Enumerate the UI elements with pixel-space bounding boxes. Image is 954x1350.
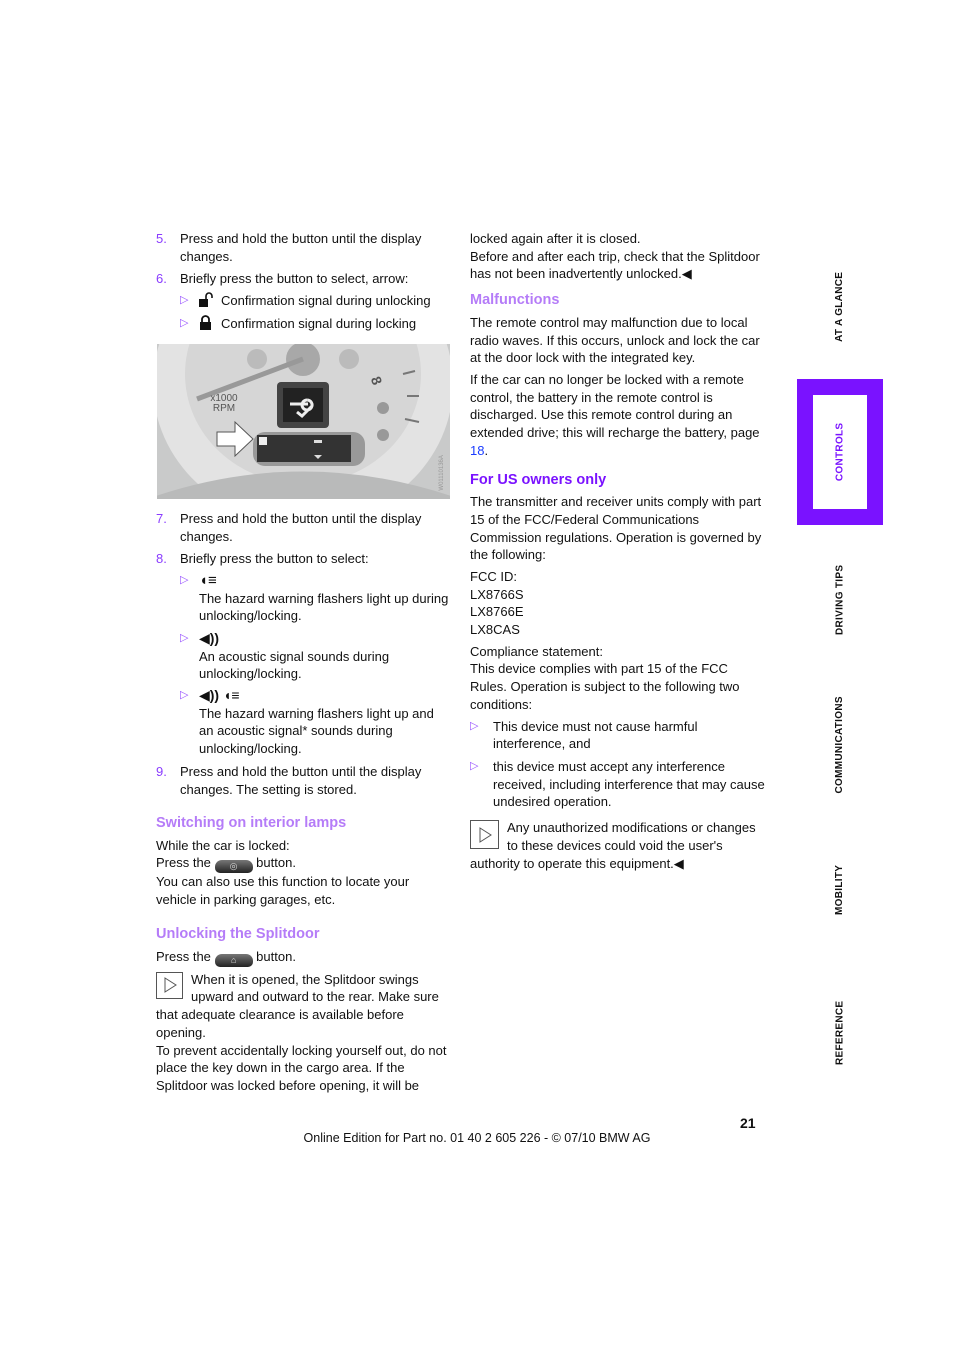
- tab-mobility[interactable]: MOBILITY: [797, 845, 883, 935]
- section-heading: Switching on interior lamps: [156, 815, 347, 831]
- condition-item: ▷ This device must not cause harmful int…: [470, 718, 698, 752]
- bullet-triangle-icon: ▷: [180, 632, 189, 644]
- step-6: 6. Briefly press the button to select, a…: [156, 271, 409, 286]
- remote-splitdoor-button-icon: ⌂: [214, 953, 253, 967]
- sub-hazard: ▷ ◖≡ The hazard warning flashers light u…: [180, 572, 449, 624]
- tab-reference[interactable]: REFERENCE: [797, 985, 883, 1080]
- note-triangle-icon: [470, 820, 499, 850]
- step-8: 8. Briefly press the button to select:: [156, 551, 369, 566]
- tab-controls[interactable]: CONTROLS: [797, 379, 883, 525]
- page-link[interactable]: 18: [470, 443, 484, 458]
- step-5: 5. Press and hold the button until the d…: [156, 231, 422, 264]
- tab-communications[interactable]: COMMUNICATIONS: [797, 695, 883, 795]
- note-triangle-icon: [156, 971, 183, 999]
- sub-hazard-acoustic: ▷ ◀)) ◖≡ The hazard warning flashers lig…: [180, 687, 450, 758]
- bullet-triangle-icon: ▷: [470, 759, 479, 772]
- bullet-triangle-icon: ▷: [180, 294, 189, 306]
- interior-lamps-section: Switching on interior lamps While the ca…: [156, 815, 451, 909]
- acoustic-hazard-icon: ◀)) ◖≡: [199, 687, 240, 703]
- right-column: locked again after it is closed. Before …: [470, 231, 765, 871]
- bullet-triangle-icon: ▷: [180, 317, 189, 329]
- bullet-triangle-icon: ▷: [180, 574, 189, 586]
- bullet-triangle-icon: ▷: [470, 719, 479, 732]
- bullet-triangle-icon: ▷: [180, 689, 189, 701]
- hazard-flasher-icon: ◖≡: [199, 572, 217, 589]
- step-7: 7. Press and hold the button until the d…: [156, 511, 422, 544]
- remote-interior-light-button-icon: ◎: [214, 860, 253, 874]
- condition-item: ▷ this device must accept any interferen…: [470, 758, 765, 810]
- tab-at-a-glance[interactable]: AT A GLANCE: [797, 262, 883, 352]
- tab-driving-tips[interactable]: DRIVING TIPS: [797, 555, 883, 645]
- footer: Online Edition for Part no. 01 40 2 605 …: [303, 1131, 651, 1145]
- acoustic-signal-icon: ◀)): [199, 630, 220, 646]
- instrument-cluster-figure: x1000 RPM 8 W01110136A: [157, 344, 450, 499]
- unlocked-padlock-icon: [198, 292, 216, 313]
- section-heading: Malfunctions: [470, 292, 560, 309]
- sub-acoustic: ▷ ◀)) An acoustic signal sounds during u…: [180, 630, 450, 683]
- splitdoor-section: Unlocking the Splitdoor Press the ⌂ butt…: [156, 926, 451, 1095]
- section-heading: Unlocking the Splitdoor: [156, 926, 320, 942]
- locked-padlock-icon: [198, 315, 214, 336]
- step-9: 9. Press and hold the button until the d…: [156, 764, 422, 797]
- section-heading: For US owners only: [470, 472, 607, 489]
